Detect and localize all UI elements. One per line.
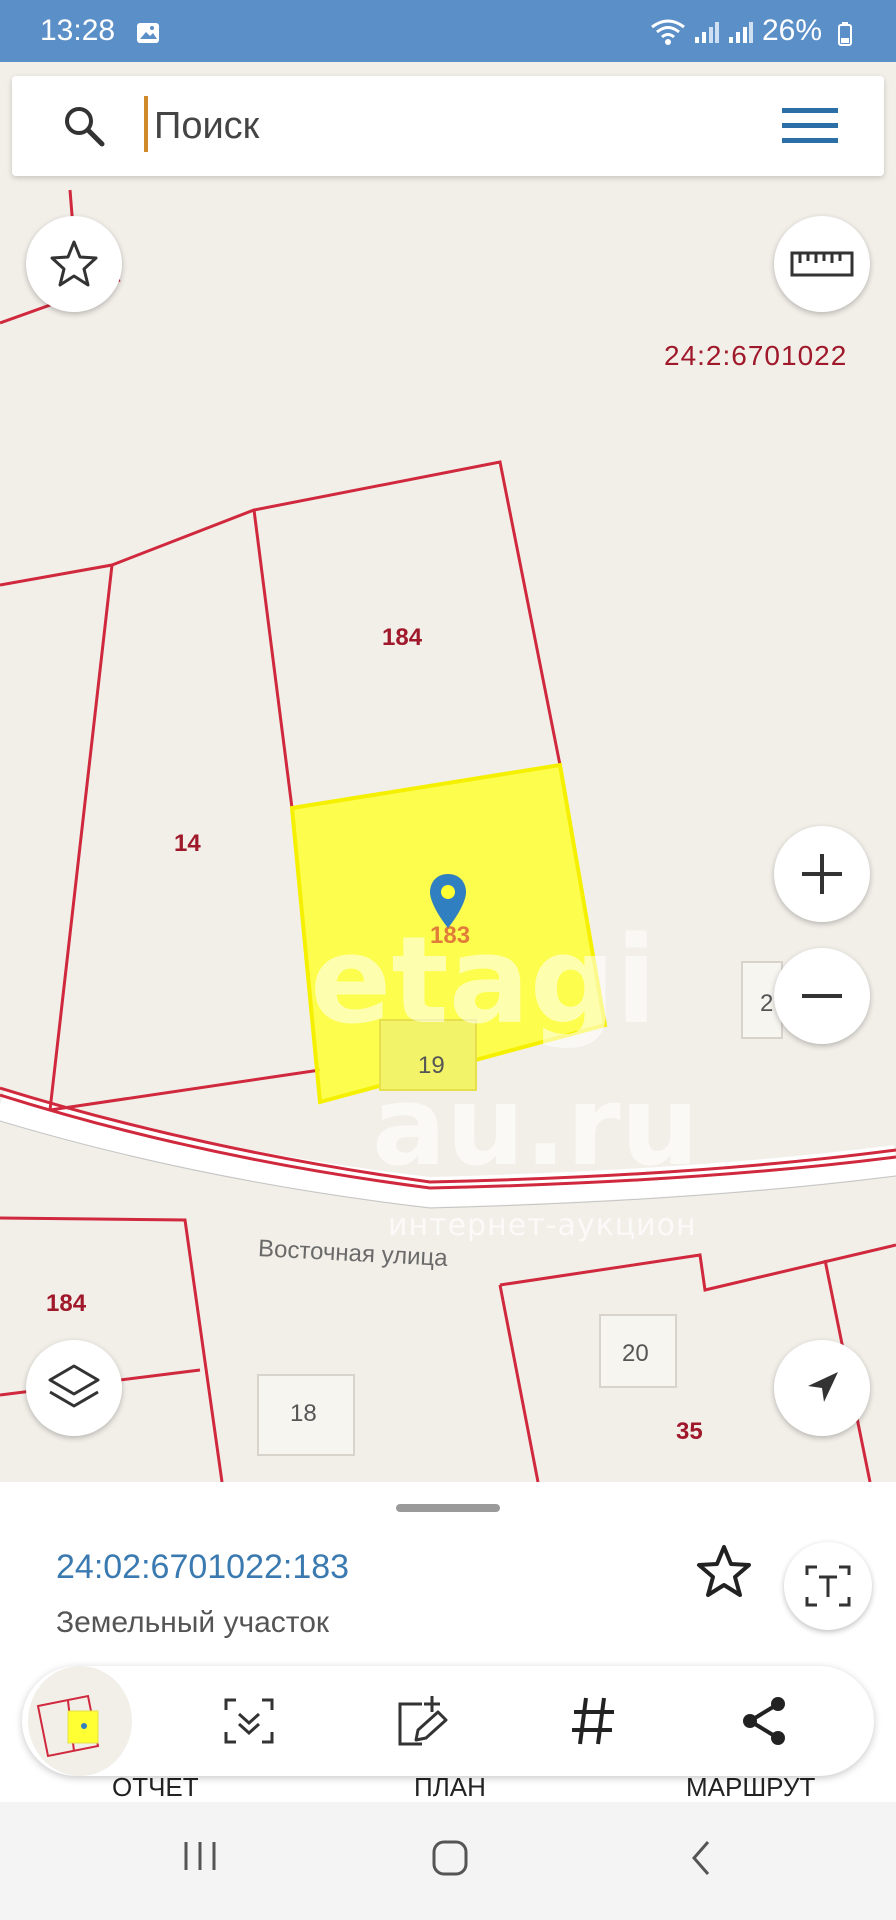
plan-label: ПЛАН [414,1772,486,1802]
share-icon[interactable] [738,1694,790,1748]
watermark-line1: etagi [310,912,657,1051]
location-pin-icon[interactable] [426,872,470,932]
house-number-18: 18 [290,1400,317,1427]
scan-icon[interactable] [222,1694,276,1748]
plus-icon [802,854,842,894]
watermark-line3: интернет-аукцион [388,1208,697,1243]
watermark-line2: au.ru [372,1062,699,1190]
action-labels-row: ОТЧЕТ ПЛАН МАРШРУТ [0,1772,896,1802]
action-toolbar [22,1666,874,1776]
back-icon[interactable] [686,1838,716,1878]
text-recognition-button[interactable] [784,1542,872,1630]
cadastral-number[interactable]: 24:02:6701022:183 [56,1548,349,1587]
layers-icon [48,1364,100,1408]
recent-apps-icon[interactable] [180,1838,220,1874]
ruler-button[interactable] [774,216,870,312]
house-number-19: 19 [418,1052,445,1079]
navigation-arrow-icon [808,1372,838,1402]
battery-percent: 26% [762,14,823,47]
wifi-icon [651,19,685,45]
text-cursor [144,96,148,152]
parcel-label-184: 184 [382,624,423,651]
my-location-button[interactable] [774,1340,870,1436]
report-label: ОТЧЕТ [112,1772,199,1802]
gallery-notification-icon [137,23,159,43]
map-thumbnail[interactable] [28,1666,132,1776]
status-time: 13:28 [40,14,116,47]
zoom-in-button[interactable] [774,826,870,922]
route-label: МАРШРУТ [686,1772,816,1802]
favorites-button[interactable] [26,216,122,312]
parcel-label-14: 14 [174,830,201,857]
parcel-boundaries [0,189,896,1482]
search-bar [12,76,884,176]
status-bar: 13:28 26% [0,0,896,62]
favorite-star-icon[interactable] [694,1542,754,1602]
ruler-icon [790,251,854,277]
signal-icon-2 [729,22,753,43]
object-type: Земельный участок [56,1606,330,1639]
battery-icon [838,22,852,46]
zoom-out-button[interactable] [774,948,870,1044]
layers-button[interactable] [26,1340,122,1436]
hashtag-icon[interactable] [568,1694,618,1748]
star-icon [50,240,98,287]
menu-icon[interactable] [782,104,838,148]
search-icon[interactable] [62,104,106,148]
minus-icon [802,994,842,998]
map-view[interactable]: etagi au.ru интернет-аукцион 184 14 183 … [0,62,896,1482]
parcel-label-184-bottom: 184 [46,1290,87,1317]
add-plan-icon[interactable] [392,1694,452,1750]
text-scan-icon [805,1565,851,1607]
house-number-2: 2 [760,990,774,1017]
sheet-drag-handle[interactable] [396,1504,500,1512]
search-input[interactable] [152,98,756,154]
parcel-label-35: 35 [676,1418,703,1445]
home-icon[interactable] [430,1838,470,1878]
house-number-20: 20 [622,1340,649,1367]
signal-icon [695,22,719,43]
system-navigation-bar [0,1802,896,1920]
cadastral-block-label[interactable]: 24:2:6701022 [664,340,847,372]
